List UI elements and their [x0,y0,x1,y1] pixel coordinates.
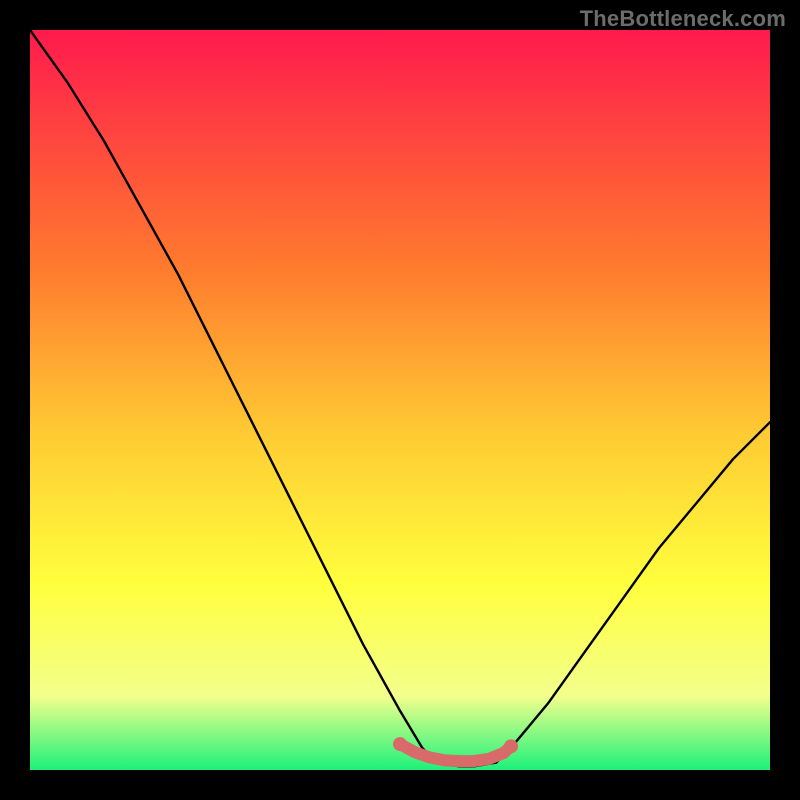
chart-frame: TheBottleneck.com [0,0,800,800]
plot-background [30,30,770,770]
optimal-band-start [393,737,407,751]
chart-plot [30,30,770,770]
optimal-band-end [504,739,518,753]
chart-canvas [30,30,770,770]
watermark-text: TheBottleneck.com [580,6,786,32]
